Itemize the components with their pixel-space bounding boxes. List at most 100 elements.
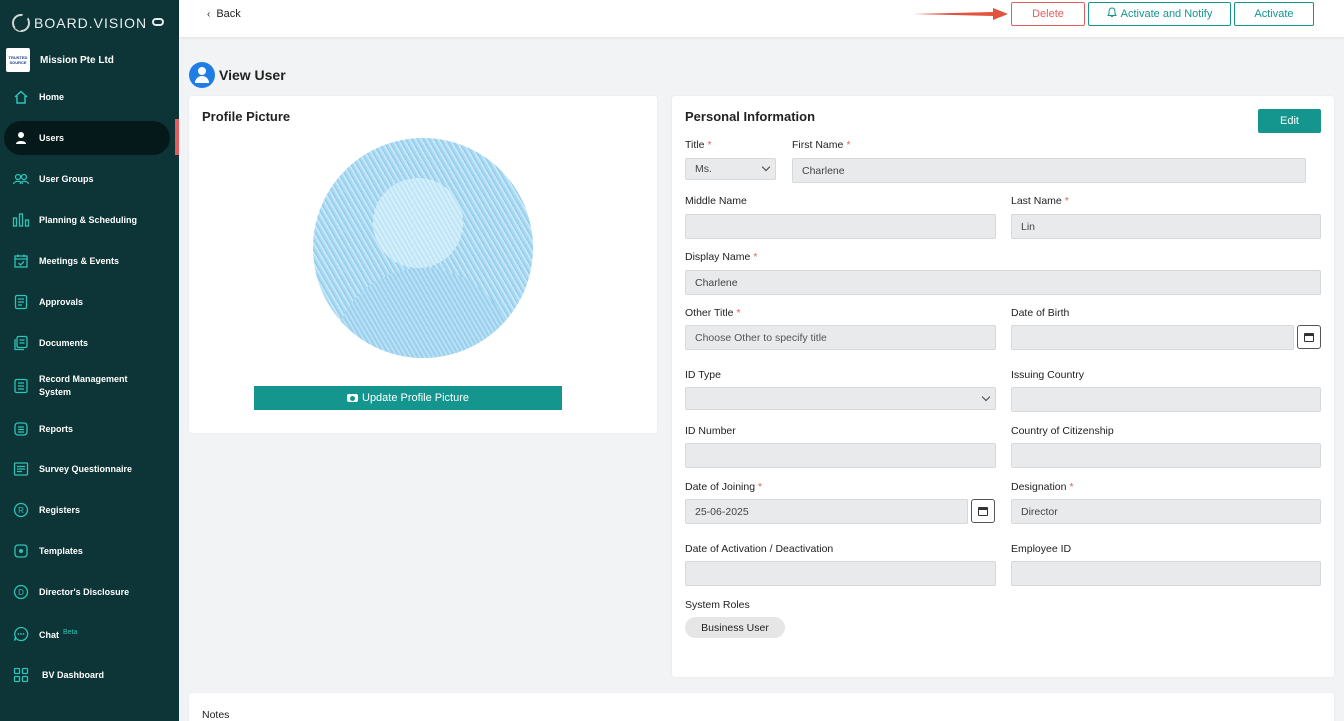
sidebar-item-registers[interactable]: R Registers [4,493,170,527]
first-name-field[interactable]: Charlene [792,158,1306,183]
sidebar-item-directors-disclosure[interactable]: D Director's Disclosure [4,575,170,609]
sidebar-item-label: Record Management System [39,374,128,397]
sidebar-item-reports[interactable]: Reports [4,412,170,446]
sidebar-toggle-icon[interactable] [152,18,164,26]
sidebar-item-approvals[interactable]: Approvals [4,285,170,319]
sidebar-item-documents[interactable]: Documents [4,326,170,360]
sidebar-item-label: Survey Questionnaire [39,463,133,474]
active-indicator [175,119,179,155]
sidebar-item-survey[interactable]: Survey Questionnaire [4,452,170,486]
title-label: Title * [685,139,712,151]
activation-date-label: Date of Activation / Deactivation [685,543,834,555]
id-type-label: ID Type [685,369,721,381]
other-title-field[interactable]: Choose Other to specify title [685,325,996,350]
svg-text:R: R [18,506,24,515]
user-circle-icon [189,62,215,88]
chevron-left-icon: ‹ [207,9,211,20]
sidebar: BOARD.VISION TRUSTED SOURCE Mission Pte … [0,0,179,721]
citizenship-field[interactable] [1011,443,1321,468]
calendar-icon [1304,332,1314,342]
date-of-birth-field[interactable] [1011,325,1294,350]
reports-icon [12,420,30,438]
sidebar-item-label: Planning & Scheduling [39,214,138,225]
registers-icon: R [12,501,30,519]
employee-id-label: Employee ID [1011,543,1072,555]
sidebar-item-label: Home [39,91,65,102]
middle-name-label: Middle Name [685,195,747,207]
sidebar-item-meetings[interactable]: Meetings & Events [4,244,170,278]
avatar-body [333,268,513,358]
sidebar-item-label: Meetings & Events [39,255,120,266]
brand-name: BOARD.VISION [34,15,148,31]
activate-and-notify-button[interactable]: Activate and Notify [1088,2,1231,26]
date-of-joining-calendar-button[interactable] [971,499,995,523]
personal-information-title: Personal Information [685,109,816,124]
avatar [313,138,533,358]
id-number-field[interactable] [685,443,996,468]
sidebar-item-label: User Groups [39,173,94,184]
bell-icon [1106,7,1117,21]
chat-icon [12,625,30,643]
user-groups-icon [12,170,30,188]
svg-text:D: D [18,588,24,597]
profile-picture-title: Profile Picture [202,109,291,124]
top-bar: ‹ Back Delete Activate and Notify Activat… [179,0,1344,37]
avatar-head [373,178,463,268]
chevron-down-icon [761,162,771,172]
sidebar-item-label: Templates [39,545,83,556]
sidebar-item-label: Chat Beta [39,626,77,642]
sidebar-item-label: Approvals [39,296,84,307]
back-button[interactable]: ‹ Back [207,8,241,20]
date-of-joining-field[interactable]: 25-06-2025 [685,499,968,524]
sidebar-item-home[interactable]: Home [4,80,170,114]
employee-id-field[interactable] [1011,561,1321,586]
title-select-value: Ms. [695,163,712,175]
board-vision-logo-icon [12,14,30,32]
personal-information-card: Personal Information Edit Title * Ms. Fir… [672,96,1334,677]
date-of-joining-label: Date of Joining * [685,481,763,493]
planning-icon [12,211,30,229]
update-profile-picture-button[interactable]: Update Profile Picture [254,386,562,410]
templates-icon [12,542,30,560]
middle-name-field[interactable] [685,214,996,239]
brand[interactable]: BOARD.VISION [12,12,172,34]
camera-icon [347,394,358,402]
sidebar-item-users[interactable]: Users [4,121,170,155]
organization[interactable]: TRUSTED SOURCE Mission Pte Ltd [6,48,114,72]
id-number-label: ID Number [685,425,736,437]
activation-date-field[interactable] [685,561,996,586]
id-type-select[interactable] [685,387,996,410]
records-icon [12,377,30,395]
chevron-down-icon [981,392,991,402]
first-name-label: First Name * [792,139,851,151]
issuing-country-field[interactable] [1011,387,1321,412]
org-name: Mission Pte Ltd [40,54,114,66]
other-title-label: Other Title * [685,307,741,319]
designation-field[interactable]: Director [1011,499,1321,524]
last-name-field[interactable]: Lin [1011,214,1321,239]
citizenship-label: Country of Citizenship [1011,425,1114,437]
display-name-field[interactable]: Charlene [685,270,1321,295]
sidebar-item-templates[interactable]: Templates [4,534,170,568]
sidebar-item-chat[interactable]: Chat Beta [4,617,170,651]
display-name-label: Display Name * [685,251,758,263]
sidebar-item-bv-dashboard[interactable]: BV Dashboard [4,658,170,692]
update-profile-picture-label: Update Profile Picture [362,392,469,404]
activate-button[interactable]: Activate [1234,2,1314,26]
sidebar-item-label: Registers [39,504,81,515]
profile-picture-card: Profile Picture Update Profile Picture [189,96,657,433]
page-title-text: View User [219,67,286,83]
system-roles-label: System Roles [685,599,750,611]
home-icon [12,88,30,106]
sidebar-item-label: Users [39,132,65,143]
sidebar-item-label: Documents [39,337,89,348]
last-name-label: Last Name * [1011,195,1069,207]
edit-button[interactable]: Edit [1258,109,1321,133]
title-select[interactable]: Ms. [685,158,776,180]
delete-button[interactable]: Delete [1011,2,1085,26]
sidebar-item-user-groups[interactable]: User Groups [4,162,170,196]
back-label: Back [216,8,241,20]
sidebar-item-record-management[interactable]: Record Management System [4,367,170,405]
sidebar-item-planning[interactable]: Planning & Scheduling [4,203,170,237]
date-of-birth-calendar-button[interactable] [1297,325,1321,349]
